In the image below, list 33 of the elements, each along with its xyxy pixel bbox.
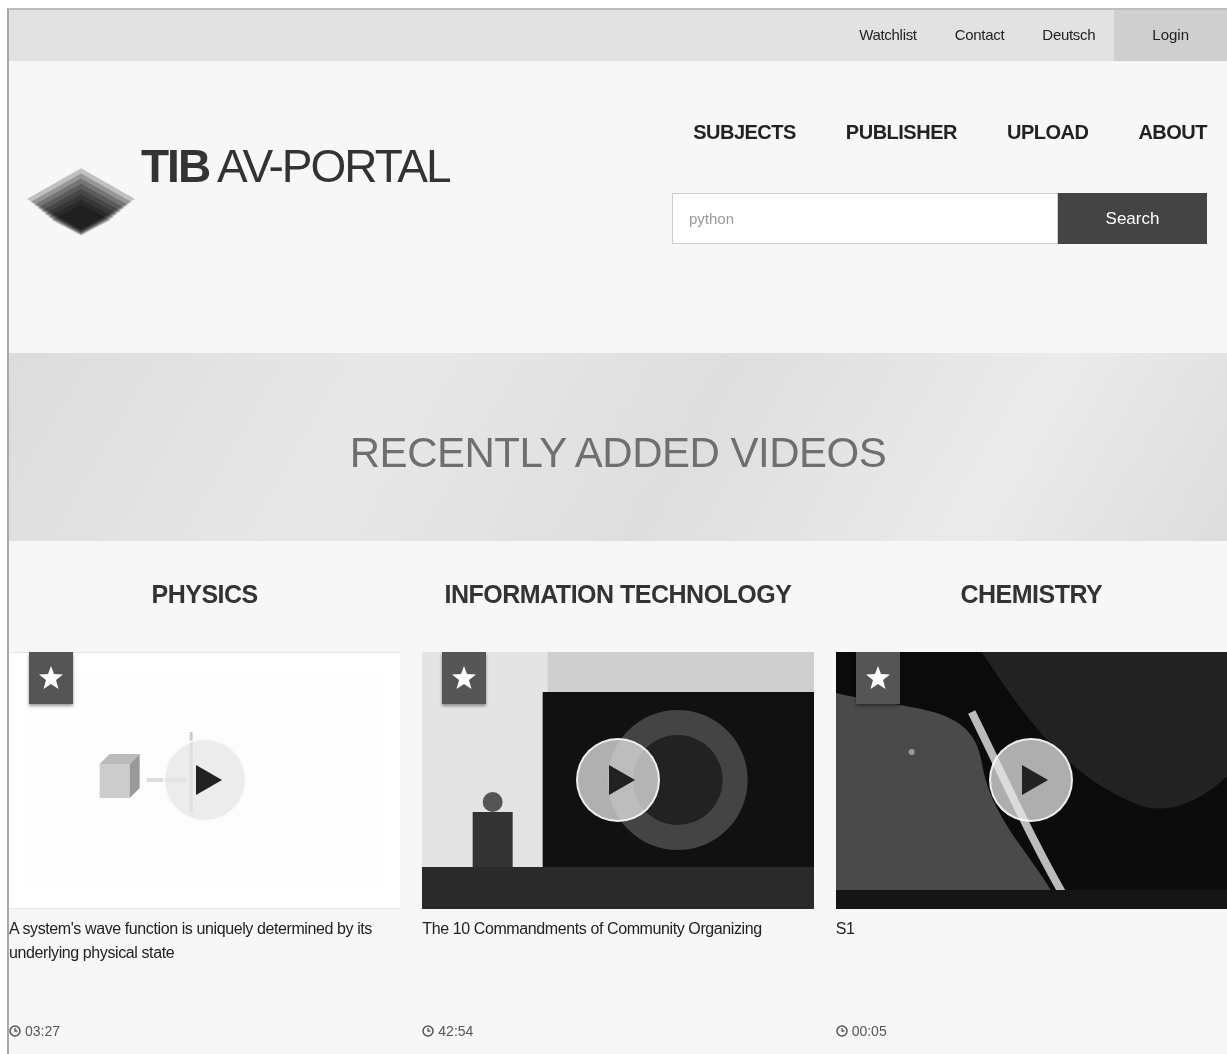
category-heading: INFORMATION TECHNOLOGY bbox=[443, 579, 793, 610]
logo-text: TIB AV-PORTAL bbox=[141, 143, 450, 189]
clock-icon bbox=[9, 1025, 21, 1037]
nav-link[interactable]: ABOUT bbox=[1138, 117, 1207, 147]
favorite-button[interactable] bbox=[442, 651, 487, 704]
star-icon bbox=[865, 666, 890, 689]
category-heading: PHYSICS bbox=[150, 579, 259, 610]
video-title[interactable]: A system's wave function is uniquely determined by its underlying physical state bbox=[9, 916, 401, 1009]
category-heading: CHEMISTRY bbox=[959, 579, 1104, 610]
search-field[interactable]: python bbox=[672, 193, 1058, 244]
login-button[interactable]: Login bbox=[1114, 10, 1227, 61]
top-link[interactable]: Contact bbox=[935, 10, 1024, 61]
video-title[interactable]: The 10 Commandments of Community Organizing bbox=[422, 916, 814, 1009]
banner-title: RECENTLY ADDED VIDEOS bbox=[349, 427, 887, 478]
favorite-button[interactable] bbox=[29, 651, 73, 704]
search-button[interactable]: Search bbox=[1058, 193, 1207, 244]
top-link[interactable]: Deutsch bbox=[1023, 10, 1115, 61]
top-link[interactable]: Watchlist bbox=[840, 10, 936, 61]
nav-link[interactable]: SUBJECTS bbox=[693, 117, 796, 147]
nav-link[interactable]: PUBLISHER bbox=[845, 117, 957, 147]
favorite-button[interactable] bbox=[855, 651, 900, 704]
play-icon bbox=[609, 765, 635, 795]
star-icon bbox=[39, 666, 63, 689]
video-title[interactable]: S1 bbox=[835, 916, 1227, 1009]
clock-icon bbox=[835, 1025, 848, 1037]
nav-link[interactable]: UPLOAD bbox=[1006, 117, 1089, 147]
play-icon bbox=[195, 765, 222, 795]
video-duration: 03:27 bbox=[25, 1021, 61, 1041]
star-icon bbox=[452, 666, 477, 689]
video-duration: 00:05 bbox=[851, 1021, 887, 1041]
video-duration: 42:54 bbox=[438, 1021, 474, 1041]
clock-icon bbox=[422, 1025, 435, 1037]
play-icon bbox=[1022, 765, 1049, 795]
